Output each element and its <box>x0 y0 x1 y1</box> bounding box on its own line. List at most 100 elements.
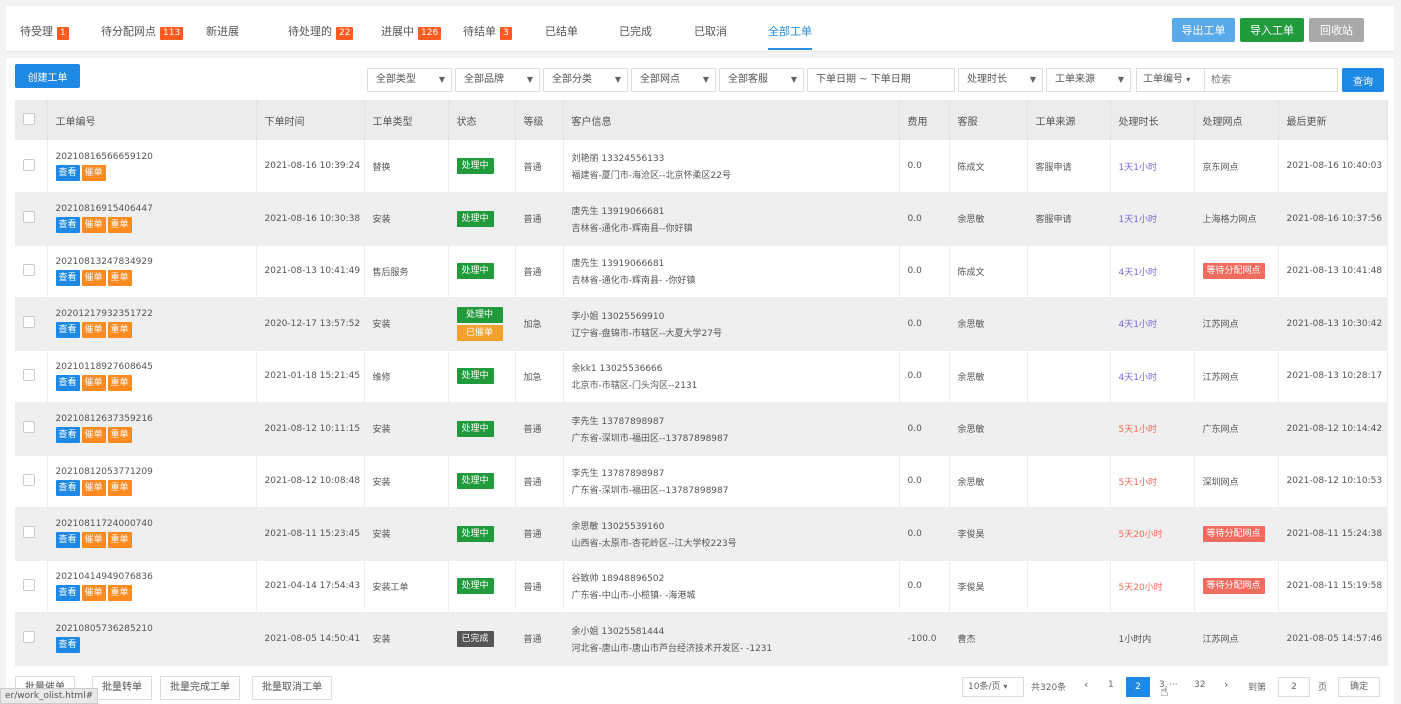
view-button[interactable]: 查看 <box>55 532 80 549</box>
row-actions: 查看 催单 重单 <box>55 584 256 601</box>
tab-0[interactable]: 待受理 1 <box>20 23 69 40</box>
redo-button[interactable]: 重单 <box>107 374 132 391</box>
redo-button[interactable]: 重单 <box>107 269 132 286</box>
tab-label: 进展中 <box>381 25 414 38</box>
tab-count-badge: 3 <box>500 27 512 40</box>
service-filter[interactable]: 全部客服 ▼ <box>719 68 804 92</box>
status-group: 处理中 <box>456 525 515 542</box>
urge-button[interactable]: 催单 <box>81 479 106 496</box>
create-order-button[interactable]: 创建工单 <box>15 64 80 88</box>
view-button[interactable]: 查看 <box>55 479 80 496</box>
import-orders-button[interactable]: 导入工单 <box>1240 18 1304 42</box>
page-1[interactable]: 1 <box>1108 680 1114 690</box>
search-button[interactable]: 查询 <box>1342 68 1384 92</box>
order-id[interactable]: 20210816915406447 <box>56 204 256 214</box>
order-source <box>1027 507 1111 561</box>
redo-button[interactable]: 重单 <box>107 584 132 601</box>
redo-button[interactable]: 重单 <box>107 217 132 234</box>
tab-9[interactable]: 全部工单 <box>768 23 812 50</box>
duration-filter[interactable]: 处理时长 ▼ <box>958 68 1043 92</box>
category-filter[interactable]: 全部分类 ▼ <box>543 68 628 92</box>
batch-cancel-button[interactable]: 批量取消工单 <box>252 676 332 700</box>
row-checkbox[interactable] <box>23 421 35 434</box>
row-checkbox[interactable] <box>23 211 35 224</box>
row-checkbox[interactable] <box>23 473 35 486</box>
row-checkbox[interactable] <box>23 316 35 329</box>
outlet-cell: 等待分配网点 <box>1194 245 1279 298</box>
order-id[interactable]: 20210816566659120 <box>56 152 256 162</box>
row-checkbox[interactable] <box>23 158 35 171</box>
redo-button[interactable]: 重单 <box>107 427 132 444</box>
source-filter[interactable]: 工单来源 ▼ <box>1046 68 1131 92</box>
outlet: 深圳网点 <box>1202 477 1239 488</box>
page-2-current[interactable]: 2 <box>1126 677 1150 697</box>
outlet[interactable]: 等待分配网点 <box>1202 578 1265 595</box>
tab-5[interactable]: 待结单 3 <box>463 23 512 40</box>
tab-6[interactable]: 已结单 <box>545 23 578 39</box>
page-32[interactable]: 32 <box>1194 680 1205 690</box>
view-button[interactable]: 查看 <box>55 427 80 444</box>
tab-2[interactable]: 新进展 <box>206 23 239 39</box>
view-button[interactable]: 查看 <box>55 217 80 234</box>
redo-button[interactable]: 重单 <box>107 322 132 339</box>
tab-8[interactable]: 已取消 <box>694 23 727 39</box>
row-checkbox[interactable] <box>23 263 35 276</box>
order-id[interactable]: 20210414949076836 <box>56 572 256 582</box>
order-id[interactable]: 20210118927608645 <box>56 362 256 372</box>
goto-page-input[interactable]: 2 <box>1278 677 1310 697</box>
order-id[interactable]: 20210805736285210 <box>56 624 256 634</box>
urge-button[interactable]: 催单 <box>81 164 106 181</box>
view-button[interactable]: 查看 <box>55 374 80 391</box>
goto-confirm-button[interactable]: 确定 <box>1338 677 1380 697</box>
outlet-filter[interactable]: 全部网点 ▼ <box>631 68 716 92</box>
export-orders-button[interactable]: 导出工单 <box>1172 18 1235 42</box>
outlet[interactable]: 等待分配网点 <box>1202 263 1265 280</box>
batch-transfer-button[interactable]: 批量转单 <box>92 676 152 700</box>
urge-button[interactable]: 催单 <box>81 374 106 391</box>
view-button[interactable]: 查看 <box>55 269 80 286</box>
order-id[interactable]: 20210811724000740 <box>56 519 256 529</box>
urge-button[interactable]: 催单 <box>81 269 106 286</box>
order-id[interactable]: 20210812053771209 <box>56 467 256 477</box>
order-id[interactable]: 20210812637359216 <box>56 414 256 424</box>
order-type: 安装 <box>364 507 449 561</box>
redo-button[interactable]: 重单 <box>107 479 132 496</box>
view-button[interactable]: 查看 <box>55 164 80 181</box>
urge-button[interactable]: 催单 <box>81 217 106 234</box>
row-checkbox[interactable] <box>23 578 35 591</box>
row-checkbox[interactable] <box>23 368 35 381</box>
tab-3[interactable]: 待处理的 22 <box>288 23 354 40</box>
row-checkbox[interactable] <box>23 631 35 644</box>
search-input[interactable] <box>1207 69 1335 91</box>
urge-button[interactable]: 催单 <box>81 322 106 339</box>
view-button[interactable]: 查看 <box>55 584 80 601</box>
select-all-checkbox[interactable] <box>23 112 35 125</box>
order-date-range[interactable]: 下单日期 ~ 下单日期 <box>807 68 955 92</box>
order-id[interactable]: 20210813247834929 <box>56 257 256 267</box>
tab-7[interactable]: 已完成 <box>619 23 652 39</box>
next-page-button[interactable]: › <box>1224 678 1228 691</box>
urge-button[interactable]: 催单 <box>81 532 106 549</box>
row-checkbox[interactable] <box>23 526 35 539</box>
customer-name-phone: 刘艳丽 13324556133 <box>571 154 665 164</box>
order-no-select[interactable]: 工单编号 ▾ <box>1137 69 1205 91</box>
urge-button[interactable]: 催单 <box>81 584 106 601</box>
order-id[interactable]: 20201217932351722 <box>56 309 256 319</box>
service-agent: 陈成文 <box>949 140 1028 193</box>
tab-1[interactable]: 待分配网点 113 <box>101 23 184 40</box>
page-size-select[interactable]: 10条/页 ▾ <box>962 677 1024 697</box>
page-ellipsis[interactable]: ··· <box>1169 680 1178 690</box>
batch-complete-button[interactable]: 批量完成工单 <box>160 676 240 700</box>
prev-page-button[interactable]: ‹ <box>1084 678 1088 691</box>
view-button[interactable]: 查看 <box>55 637 80 654</box>
recycle-bin-button[interactable]: 回收站 <box>1309 18 1364 42</box>
urge-button[interactable]: 催单 <box>81 427 106 444</box>
status-group: 处理中 <box>456 420 515 437</box>
outlet[interactable]: 等待分配网点 <box>1202 525 1265 542</box>
tab-4[interactable]: 进展中 126 <box>381 23 442 40</box>
brand-filter[interactable]: 全部品牌 ▼ <box>455 68 540 92</box>
view-button[interactable]: 查看 <box>55 322 80 339</box>
redo-button[interactable]: 重单 <box>107 532 132 549</box>
type-filter[interactable]: 全部类型 ▼ <box>367 68 452 92</box>
order-time: 2021-01-18 15:21:45 <box>256 350 365 403</box>
